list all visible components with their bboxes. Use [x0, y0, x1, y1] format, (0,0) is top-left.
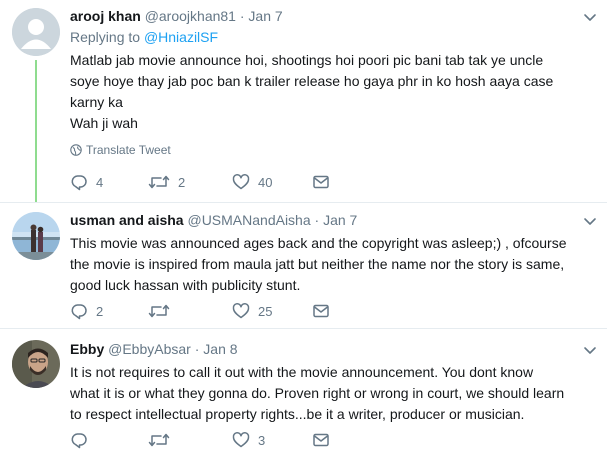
- tweet-date[interactable]: Jan 7: [248, 8, 282, 24]
- tweet-actions: 2 25: [70, 301, 570, 321]
- separator-dot: ·: [194, 341, 200, 357]
- reply-icon: [71, 433, 87, 449]
- chevron-down-icon[interactable]: [582, 213, 598, 229]
- retweet-count: 2: [178, 174, 186, 190]
- direct-message-button[interactable]: [312, 172, 330, 192]
- tweet-header: arooj khan @aroojkhan81 · Jan 7: [70, 7, 590, 25]
- tweet-text-line: what it is or what they gonna do. Proven…: [70, 385, 565, 401]
- retweet-icon: [148, 304, 170, 318]
- retweet-button[interactable]: 2: [148, 172, 185, 192]
- avatar-photo[interactable]: [12, 212, 60, 260]
- tweet-actions: 3: [70, 430, 570, 450]
- tweet-text-line: soye hoye thay jab poc ban k trailer rel…: [70, 73, 554, 89]
- like-count: 40: [258, 174, 273, 190]
- tweet-header: usman and aisha @USMANandAisha · Jan 7: [70, 211, 590, 229]
- tweet-text: This movie was announced ages back and t…: [70, 233, 590, 296]
- like-icon: [232, 303, 250, 319]
- direct-message-icon: [313, 175, 329, 189]
- avatar-default[interactable]: [12, 8, 60, 56]
- retweet-button[interactable]: [148, 430, 178, 450]
- tweet-1[interactable]: arooj khan @aroojkhan81 · Jan 7 Replying…: [0, 0, 607, 202]
- profile-photo-icon: [12, 212, 60, 260]
- tweet-text-line: It is not requires to call it out with t…: [70, 364, 534, 380]
- tweet-2[interactable]: usman and aisha @USMANandAisha · Jan 7 T…: [0, 203, 607, 327]
- tweet-actions: 4 2 40: [70, 172, 570, 192]
- direct-message-icon: [313, 433, 329, 447]
- retweet-icon: [148, 433, 170, 447]
- chevron-down-icon[interactable]: [582, 342, 598, 358]
- reply-button[interactable]: 2: [70, 301, 103, 321]
- avatar-photo[interactable]: [12, 340, 60, 388]
- separator-dot: ·: [314, 212, 320, 228]
- reply-count: 2: [96, 303, 104, 319]
- author-name[interactable]: usman and aisha: [70, 212, 184, 228]
- like-count: 25: [258, 303, 273, 319]
- author-name[interactable]: Ebby: [70, 341, 104, 357]
- translate-tweet-link[interactable]: Translate Tweet: [70, 142, 590, 158]
- like-count: 3: [258, 432, 266, 448]
- translate-label: Translate Tweet: [86, 143, 171, 157]
- direct-message-icon: [313, 304, 329, 318]
- reply-icon: [71, 304, 87, 320]
- reply-icon: [71, 175, 87, 191]
- tweet-text: Matlab jab movie announce hoi, shootings…: [70, 50, 590, 134]
- tweet-text: It is not requires to call it out with t…: [70, 362, 590, 425]
- like-icon: [232, 432, 250, 448]
- direct-message-button[interactable]: [312, 430, 330, 450]
- reply-button[interactable]: [70, 430, 96, 450]
- globe-icon: [70, 144, 82, 156]
- retweet-button[interactable]: [148, 301, 178, 321]
- tweet-text-line: Wah ji wah: [70, 115, 138, 131]
- author-handle[interactable]: @aroojkhan81: [145, 8, 236, 24]
- tweet-text-line: Matlab jab movie announce hoi, shootings…: [70, 52, 544, 68]
- author-name[interactable]: arooj khan: [70, 8, 141, 24]
- reply-count: 4: [96, 174, 104, 190]
- chevron-down-icon[interactable]: [582, 9, 598, 25]
- tweet-text-line: to respect intellectual property rights.…: [70, 406, 525, 422]
- tweet-text-line: the movie is inspired from maula jatt bu…: [70, 256, 565, 272]
- reply-button[interactable]: 4: [70, 172, 103, 192]
- tweet-3[interactable]: Ebby @EbbyAbsar · Jan 8 It is not requir…: [0, 329, 607, 456]
- tweet-text-line: karny ka: [70, 94, 123, 110]
- replying-to-label: Replying to: [70, 29, 141, 45]
- separator-dot: ·: [239, 8, 245, 24]
- profile-photo-icon: [12, 340, 60, 388]
- author-handle[interactable]: @USMANandAisha: [187, 212, 310, 228]
- like-icon: [232, 174, 250, 190]
- tweet-text-line: good luck hassan with publicity stunt.: [70, 277, 301, 293]
- default-profile-icon: [12, 8, 60, 56]
- like-button[interactable]: 40: [232, 172, 272, 192]
- direct-message-button[interactable]: [312, 301, 330, 321]
- like-button[interactable]: 3: [232, 430, 265, 450]
- author-handle[interactable]: @EbbyAbsar: [108, 341, 191, 357]
- replying-to: Replying to @HniazilSF: [70, 28, 590, 46]
- tweet-date[interactable]: Jan 7: [323, 212, 357, 228]
- like-button[interactable]: 25: [232, 301, 272, 321]
- tweet-date[interactable]: Jan 8: [203, 341, 237, 357]
- tweet-header: Ebby @EbbyAbsar · Jan 8: [70, 340, 590, 358]
- tweet-text-line: This movie was announced ages back and t…: [70, 235, 567, 251]
- retweet-icon: [148, 175, 170, 189]
- reply-mention-link[interactable]: @HniazilSF: [144, 29, 218, 45]
